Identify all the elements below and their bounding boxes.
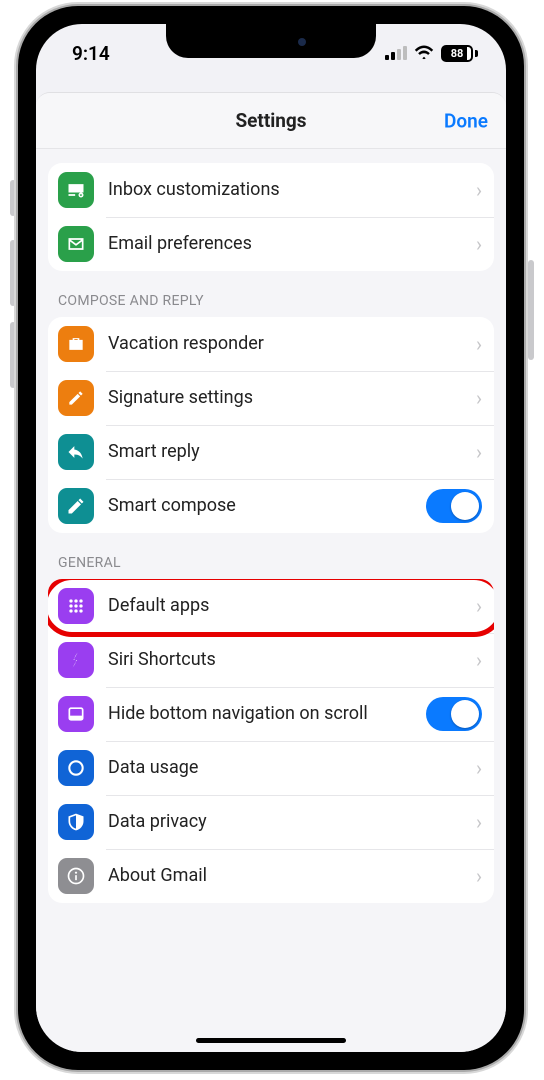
shortcut-icon — [58, 642, 94, 678]
row-label: Default apps — [108, 595, 462, 617]
reply-icon — [58, 434, 94, 470]
row-label: Data privacy — [108, 811, 462, 833]
row-smart-compose[interactable]: Smart compose — [48, 479, 494, 533]
status-time: 9:14 — [72, 42, 110, 65]
row-label: Email preferences — [108, 233, 462, 255]
pen-icon — [58, 380, 94, 416]
grid-icon — [58, 588, 94, 624]
row-smart-reply[interactable]: Smart reply › — [48, 425, 494, 479]
hide-nav-toggle[interactable] — [426, 697, 482, 731]
pencil-icon — [58, 488, 94, 524]
shield-icon — [58, 804, 94, 840]
chevron-right-icon: › — [476, 864, 482, 888]
row-siri-shortcuts[interactable]: Siri Shortcuts › — [48, 633, 494, 687]
chevron-right-icon: › — [476, 232, 482, 256]
row-default-apps[interactable]: Default apps › — [48, 579, 494, 633]
nav-bar: Settings Done — [36, 93, 506, 149]
chevron-right-icon: › — [476, 440, 482, 464]
info-icon — [58, 858, 94, 894]
chevron-right-icon: › — [476, 648, 482, 672]
nav-icon — [58, 696, 94, 732]
notch — [166, 24, 376, 58]
chevron-right-icon: › — [476, 810, 482, 834]
row-signature-settings[interactable]: Signature settings › — [48, 371, 494, 425]
wifi-icon — [414, 42, 434, 65]
row-label: Signature settings — [108, 387, 462, 409]
suitcase-icon — [58, 326, 94, 362]
row-label: Hide bottom navigation on scroll — [108, 703, 412, 725]
chevron-right-icon: › — [476, 756, 482, 780]
row-about-gmail[interactable]: About Gmail › — [48, 849, 494, 903]
compose-group: Vacation responder › Signature settings … — [48, 317, 494, 533]
phone-frame: 9:14 88 Settings Done — [18, 6, 524, 1070]
row-data-usage[interactable]: Data usage › — [48, 741, 494, 795]
row-email-preferences[interactable]: Email preferences › — [48, 217, 494, 271]
general-group: Default apps › Siri Shortcuts › — [48, 579, 494, 903]
email-icon — [58, 226, 94, 262]
inbox-group: Inbox customizations › Email preferences… — [48, 163, 494, 271]
cellular-signal-icon — [385, 46, 407, 60]
row-hide-bottom-nav[interactable]: Hide bottom navigation on scroll — [48, 687, 494, 741]
row-label: Data usage — [108, 757, 462, 779]
row-label: Inbox customizations — [108, 179, 462, 201]
screen: 9:14 88 Settings Done — [36, 24, 506, 1052]
chevron-right-icon: › — [476, 332, 482, 356]
battery-indicator: 88 — [441, 45, 478, 62]
row-label: Smart compose — [108, 495, 412, 517]
section-header-compose: COMPOSE AND REPLY — [48, 271, 494, 317]
row-label: Siri Shortcuts — [108, 649, 462, 671]
page-title: Settings — [235, 109, 306, 132]
done-button[interactable]: Done — [444, 109, 488, 132]
circle-icon — [58, 750, 94, 786]
chevron-right-icon: › — [476, 178, 482, 202]
row-data-privacy[interactable]: Data privacy › — [48, 795, 494, 849]
row-label: Vacation responder — [108, 333, 462, 355]
row-label: About Gmail — [108, 865, 462, 887]
row-label: Smart reply — [108, 441, 462, 463]
inbox-settings-icon — [58, 172, 94, 208]
settings-sheet: Settings Done Inbox customizations › — [36, 92, 506, 1052]
home-indicator[interactable] — [196, 1038, 346, 1043]
chevron-right-icon: › — [476, 386, 482, 410]
chevron-right-icon: › — [476, 594, 482, 618]
row-inbox-customizations[interactable]: Inbox customizations › — [48, 163, 494, 217]
section-header-general: GENERAL — [48, 533, 494, 579]
row-vacation-responder[interactable]: Vacation responder › — [48, 317, 494, 371]
smart-compose-toggle[interactable] — [426, 489, 482, 523]
